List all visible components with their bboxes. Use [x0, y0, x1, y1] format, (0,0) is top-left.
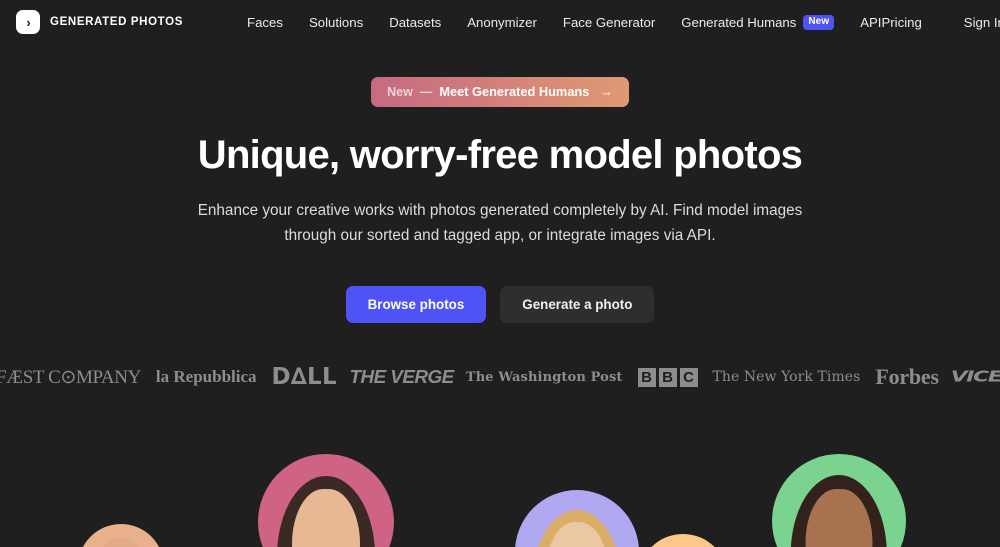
logo-bbc: B B C: [637, 367, 698, 387]
brand-logo[interactable]: › GENERATED PHOTOS: [16, 10, 183, 34]
nav-item-sign-in[interactable]: Sign In: [964, 15, 1000, 30]
nav-item-anonymizer[interactable]: Anonymizer: [467, 15, 537, 30]
hero-subheading: Enhance your creative works with photos …: [197, 201, 803, 244]
announcement-banner[interactable]: New — Meet Generated Humans →: [371, 77, 629, 107]
avatar-pink: [258, 454, 394, 547]
nav-item-generated-humans-label: Generated Humans: [681, 14, 797, 30]
brand-name: GENERATED PHOTOS: [50, 16, 184, 28]
nav-item-faces[interactable]: Faces: [247, 15, 283, 30]
avatar-purple: [515, 490, 639, 547]
logo-new-york-times: The New York Times: [712, 369, 861, 385]
logo-forbes: Forbes: [875, 364, 939, 389]
announcement-text: Meet Generated Humans: [439, 84, 590, 99]
avatar-orange: [638, 534, 728, 547]
nav-item-generated-humans[interactable]: Generated Humans New: [681, 14, 835, 30]
press-logo-strip: FÆST C⊙MPANY la Repubblica D∆LL THE VERG…: [0, 352, 1000, 402]
cta-button-row: Browse photos Generate a photo: [0, 286, 1000, 324]
announcement-new-label: New: [387, 84, 413, 99]
nav-new-badge: New: [803, 14, 835, 30]
generate-a-photo-button[interactable]: Generate a photo: [500, 286, 655, 324]
nav-item-api[interactable]: API: [860, 15, 881, 30]
logo-dell: D∆LL: [271, 364, 337, 390]
main-navigation-bar: › GENERATED PHOTOS Faces Solutions Datas…: [0, 0, 1000, 44]
landing-page: › GENERATED PHOTOS Faces Solutions Datas…: [0, 0, 1000, 547]
nav-item-pricing[interactable]: Pricing: [881, 15, 921, 30]
announcement-dash: —: [419, 84, 433, 99]
logo-la-repubblica: la Repubblica: [155, 367, 257, 386]
arrow-right-icon: →: [600, 84, 613, 99]
logo-bbc-letter-1: B: [637, 367, 656, 387]
hero-section: New — Meet Generated Humans → Unique, wo…: [0, 44, 1000, 324]
chevron-right-logo-icon: ›: [16, 10, 40, 34]
avatar-peach: [78, 524, 164, 547]
logo-bbc-letter-3: C: [679, 367, 698, 387]
announcement-banner-wrap: New — Meet Generated Humans →: [0, 77, 1000, 107]
nav-item-face-generator[interactable]: Face Generator: [563, 15, 655, 30]
logo-washington-post: The Washington Post: [465, 369, 623, 385]
logo-fast-company: FÆST C⊙MPANY: [0, 366, 141, 388]
primary-nav-links: Faces Solutions Datasets Anonymizer Face…: [247, 14, 881, 30]
logo-the-verge: THE VERGE: [349, 366, 454, 387]
secondary-nav-links: Pricing Sign In: [881, 15, 1000, 30]
avatar-showcase-band: [0, 404, 1000, 547]
nav-item-datasets[interactable]: Datasets: [389, 15, 441, 30]
browse-photos-button[interactable]: Browse photos: [345, 286, 487, 324]
logo-bbc-letter-2: B: [658, 367, 677, 387]
avatar-green: [772, 454, 906, 547]
page-title: Unique, worry-free model photos: [197, 133, 803, 177]
nav-item-solutions[interactable]: Solutions: [309, 15, 363, 30]
logo-vice: VICE: [950, 368, 1000, 386]
